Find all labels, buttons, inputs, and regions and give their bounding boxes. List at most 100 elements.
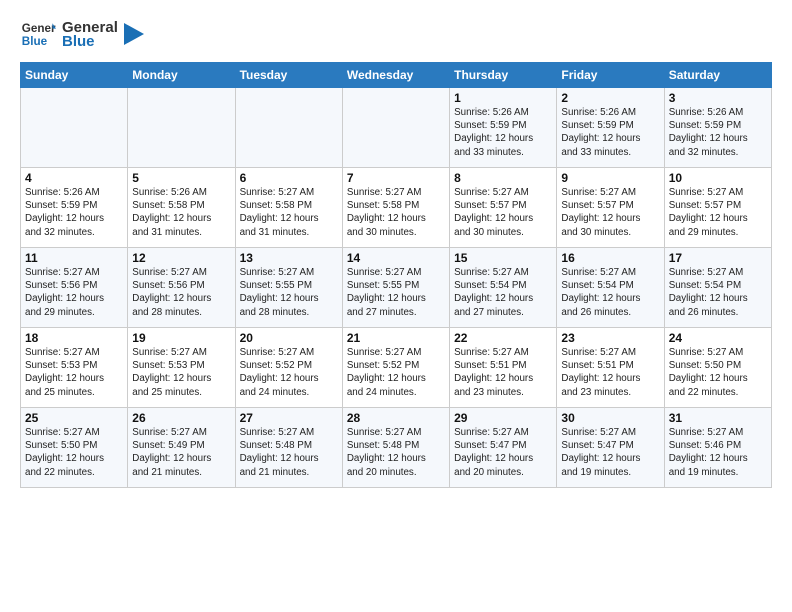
col-header-sunday: Sunday [21, 63, 128, 88]
day-number: 18 [25, 331, 123, 345]
col-header-tuesday: Tuesday [235, 63, 342, 88]
day-info: Sunrise: 5:27 AMSunset: 5:56 PMDaylight:… [132, 266, 230, 319]
calendar-cell: 31Sunrise: 5:27 AMSunset: 5:46 PMDayligh… [664, 408, 771, 488]
calendar-cell [21, 88, 128, 168]
day-info: Sunrise: 5:27 AMSunset: 5:55 PMDaylight:… [347, 266, 445, 319]
day-number: 6 [240, 171, 338, 185]
week-row-1: 1Sunrise: 5:26 AMSunset: 5:59 PMDaylight… [21, 88, 772, 168]
day-info: Sunrise: 5:27 AMSunset: 5:50 PMDaylight:… [25, 426, 123, 479]
day-info: Sunrise: 5:27 AMSunset: 5:46 PMDaylight:… [669, 426, 767, 479]
calendar-cell: 19Sunrise: 5:27 AMSunset: 5:53 PMDayligh… [128, 328, 235, 408]
day-info: Sunrise: 5:27 AMSunset: 5:54 PMDaylight:… [669, 266, 767, 319]
calendar-cell: 25Sunrise: 5:27 AMSunset: 5:50 PMDayligh… [21, 408, 128, 488]
calendar-cell: 12Sunrise: 5:27 AMSunset: 5:56 PMDayligh… [128, 248, 235, 328]
calendar-cell [342, 88, 449, 168]
day-number: 17 [669, 251, 767, 265]
day-number: 1 [454, 91, 552, 105]
calendar-cell: 3Sunrise: 5:26 AMSunset: 5:59 PMDaylight… [664, 88, 771, 168]
day-info: Sunrise: 5:27 AMSunset: 5:57 PMDaylight:… [561, 186, 659, 239]
calendar-cell: 18Sunrise: 5:27 AMSunset: 5:53 PMDayligh… [21, 328, 128, 408]
calendar-cell: 13Sunrise: 5:27 AMSunset: 5:55 PMDayligh… [235, 248, 342, 328]
day-number: 11 [25, 251, 123, 265]
day-number: 20 [240, 331, 338, 345]
calendar-cell: 1Sunrise: 5:26 AMSunset: 5:59 PMDaylight… [450, 88, 557, 168]
calendar-table: SundayMondayTuesdayWednesdayThursdayFrid… [20, 62, 772, 488]
calendar-cell: 11Sunrise: 5:27 AMSunset: 5:56 PMDayligh… [21, 248, 128, 328]
logo: General Blue General Blue [20, 16, 144, 52]
day-number: 27 [240, 411, 338, 425]
calendar-cell: 24Sunrise: 5:27 AMSunset: 5:50 PMDayligh… [664, 328, 771, 408]
day-number: 25 [25, 411, 123, 425]
calendar-cell [235, 88, 342, 168]
day-number: 5 [132, 171, 230, 185]
day-info: Sunrise: 5:27 AMSunset: 5:54 PMDaylight:… [561, 266, 659, 319]
day-info: Sunrise: 5:27 AMSunset: 5:58 PMDaylight:… [240, 186, 338, 239]
calendar-cell: 8Sunrise: 5:27 AMSunset: 5:57 PMDaylight… [450, 168, 557, 248]
day-number: 26 [132, 411, 230, 425]
day-info: Sunrise: 5:26 AMSunset: 5:58 PMDaylight:… [132, 186, 230, 239]
col-header-friday: Friday [557, 63, 664, 88]
week-row-3: 11Sunrise: 5:27 AMSunset: 5:56 PMDayligh… [21, 248, 772, 328]
calendar-cell: 7Sunrise: 5:27 AMSunset: 5:58 PMDaylight… [342, 168, 449, 248]
calendar-cell: 30Sunrise: 5:27 AMSunset: 5:47 PMDayligh… [557, 408, 664, 488]
day-info: Sunrise: 5:27 AMSunset: 5:57 PMDaylight:… [454, 186, 552, 239]
calendar-cell: 27Sunrise: 5:27 AMSunset: 5:48 PMDayligh… [235, 408, 342, 488]
day-number: 23 [561, 331, 659, 345]
day-info: Sunrise: 5:27 AMSunset: 5:55 PMDaylight:… [240, 266, 338, 319]
day-number: 4 [25, 171, 123, 185]
calendar-cell: 4Sunrise: 5:26 AMSunset: 5:59 PMDaylight… [21, 168, 128, 248]
day-number: 8 [454, 171, 552, 185]
calendar-cell: 10Sunrise: 5:27 AMSunset: 5:57 PMDayligh… [664, 168, 771, 248]
day-info: Sunrise: 5:26 AMSunset: 5:59 PMDaylight:… [25, 186, 123, 239]
col-header-saturday: Saturday [664, 63, 771, 88]
day-number: 24 [669, 331, 767, 345]
day-info: Sunrise: 5:27 AMSunset: 5:58 PMDaylight:… [347, 186, 445, 239]
calendar-cell [128, 88, 235, 168]
calendar-cell: 2Sunrise: 5:26 AMSunset: 5:59 PMDaylight… [557, 88, 664, 168]
calendar-cell: 20Sunrise: 5:27 AMSunset: 5:52 PMDayligh… [235, 328, 342, 408]
day-info: Sunrise: 5:27 AMSunset: 5:52 PMDaylight:… [347, 346, 445, 399]
calendar-cell: 6Sunrise: 5:27 AMSunset: 5:58 PMDaylight… [235, 168, 342, 248]
day-number: 12 [132, 251, 230, 265]
calendar-cell: 26Sunrise: 5:27 AMSunset: 5:49 PMDayligh… [128, 408, 235, 488]
week-row-4: 18 Sunrise: 5:27 AMSunset: 5:53 PMDayligh… [21, 328, 772, 408]
svg-text:Blue: Blue [22, 35, 48, 48]
day-info: Sunrise: 5:27 AMSunset: 5:49 PMDaylight:… [132, 426, 230, 479]
calendar-cell: 16Sunrise: 5:27 AMSunset: 5:54 PMDayligh… [557, 248, 664, 328]
calendar-cell: 9Sunrise: 5:27 AMSunset: 5:57 PMDaylight… [557, 168, 664, 248]
day-number: 30 [561, 411, 659, 425]
day-info: Sunrise: 5:26 AMSunset: 5:59 PMDaylight:… [454, 106, 552, 159]
day-info: Sunrise: 5:27 AMSunset: 5:56 PMDaylight:… [25, 266, 123, 319]
day-info: Sunrise: 5:27 AMSunset: 5:54 PMDaylight:… [454, 266, 552, 319]
calendar-cell: 21Sunrise: 5:27 AMSunset: 5:52 PMDayligh… [342, 328, 449, 408]
day-info: Sunrise: 5:27 AMSunset: 5:50 PMDaylight:… [669, 346, 767, 399]
day-info: Sunrise: 5:26 AMSunset: 5:59 PMDaylight:… [669, 106, 767, 159]
logo-arrow-icon [124, 23, 144, 45]
header: General Blue General Blue [20, 16, 772, 52]
day-number: 28 [347, 411, 445, 425]
day-info: Sunrise: 5:27 AMSunset: 5:53 PMDaylight:… [132, 346, 230, 399]
day-info: Sunrise: 5:27 AMSunset: 5:51 PMDaylight:… [454, 346, 552, 399]
day-info: Sunrise: 5:27 AMSunset: 5:51 PMDaylight:… [561, 346, 659, 399]
day-number: 29 [454, 411, 552, 425]
day-number: 9 [561, 171, 659, 185]
calendar-cell: 15Sunrise: 5:27 AMSunset: 5:54 PMDayligh… [450, 248, 557, 328]
day-number: 15 [454, 251, 552, 265]
calendar-cell: 28Sunrise: 5:27 AMSunset: 5:48 PMDayligh… [342, 408, 449, 488]
calendar-header: SundayMondayTuesdayWednesdayThursdayFrid… [21, 63, 772, 88]
day-number: 14 [347, 251, 445, 265]
day-info: Sunrise: 5:26 AMSunset: 5:59 PMDaylight:… [561, 106, 659, 159]
week-row-5: 25Sunrise: 5:27 AMSunset: 5:50 PMDayligh… [21, 408, 772, 488]
day-info: Sunrise: 5:27 AMSunset: 5:47 PMDaylight:… [561, 426, 659, 479]
calendar-cell: 5Sunrise: 5:26 AMSunset: 5:58 PMDaylight… [128, 168, 235, 248]
week-row-2: 4Sunrise: 5:26 AMSunset: 5:59 PMDaylight… [21, 168, 772, 248]
calendar-cell: 23Sunrise: 5:27 AMSunset: 5:51 PMDayligh… [557, 328, 664, 408]
day-number: 31 [669, 411, 767, 425]
day-number: 21 [347, 331, 445, 345]
day-info: Sunrise: 5:27 AMSunset: 5:47 PMDaylight:… [454, 426, 552, 479]
day-number: 3 [669, 91, 767, 105]
svg-text:General: General [22, 22, 56, 35]
day-number: 16 [561, 251, 659, 265]
calendar-cell: 29Sunrise: 5:27 AMSunset: 5:47 PMDayligh… [450, 408, 557, 488]
day-number: 7 [347, 171, 445, 185]
